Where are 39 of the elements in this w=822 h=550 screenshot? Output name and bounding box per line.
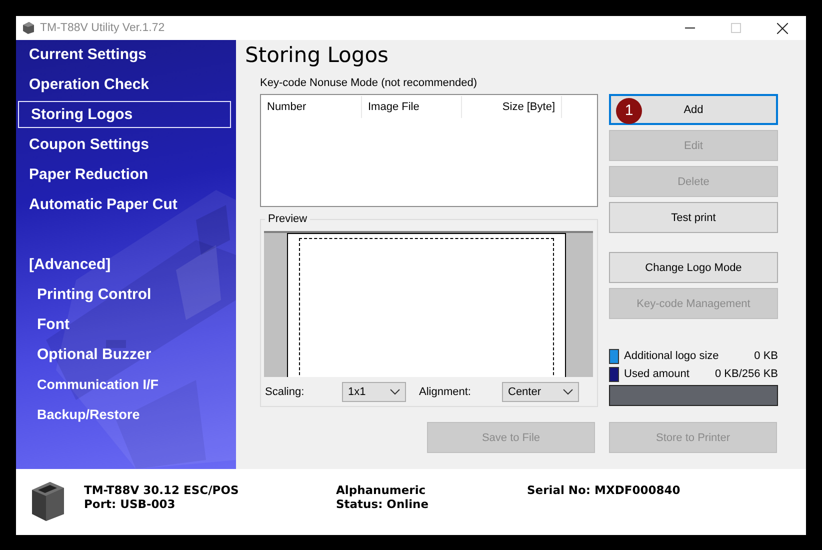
sidebar-item[interactable]: Current Settings [16,40,236,70]
font-mode: Alphanumeric [336,483,427,497]
logo-list[interactable]: Number Image File Size [Byte] [260,94,598,207]
legend-value: 0 KB/256 KB [715,368,778,380]
close-icon[interactable] [777,22,788,34]
mode-label: Key-code Nonuse Mode (not recommended) [260,77,478,91]
printer-model: TM-T88V 30.12 ESC/POS [84,483,240,497]
group-label: Preview [265,213,310,225]
sidebar-item[interactable]: [Advanced] [16,250,236,280]
sidebar-item[interactable]: Printing Control [16,280,236,310]
column-header[interactable]: Size [Byte] [462,96,562,118]
scaling-dropdown[interactable]: 1x1 [342,382,406,402]
sidebar-item[interactable]: Font [16,310,236,340]
sidebar-item[interactable]: Storing Logos [18,101,231,128]
alignment-dropdown[interactable]: Center [502,382,579,402]
action-button[interactable]: Test print [609,202,778,233]
sidebar-item[interactable]: Communication I/F [16,370,236,400]
serial-number: Serial No: MXDF000840 [527,483,680,497]
action-button[interactable]: Change Logo Mode [609,252,778,283]
legend-label: Used amount [624,368,690,380]
scaling-label: Scaling: [265,386,306,398]
page-title: Storing Logos [245,43,390,69]
printer-status: Status: Online [336,497,430,511]
sidebar-item[interactable]: Optional Buzzer [16,340,236,370]
sidebar-item[interactable]: Backup/Restore [16,400,236,430]
port-info: Port: USB-003 [84,497,176,511]
sidebar-item[interactable]: Automatic Paper Cut [16,190,236,220]
printer-icon [21,21,35,35]
chevron-icon [563,389,573,395]
sidebar-item[interactable]: Operation Check [16,70,236,100]
column-header[interactable]: Number [261,96,362,118]
legend-label: Additional logo size [624,350,720,362]
window-title: TM-T88V Utility Ver.1.72 [40,22,165,34]
sidebar-item[interactable]: Paper Reduction [16,160,236,190]
sidebar-item[interactable]: Coupon Settings [16,130,236,160]
alignment-label: Alignment: [419,386,472,398]
column-header[interactable]: Image File [362,96,462,118]
chevron-icon [390,389,400,395]
legend-value: 0 KB [754,350,778,362]
